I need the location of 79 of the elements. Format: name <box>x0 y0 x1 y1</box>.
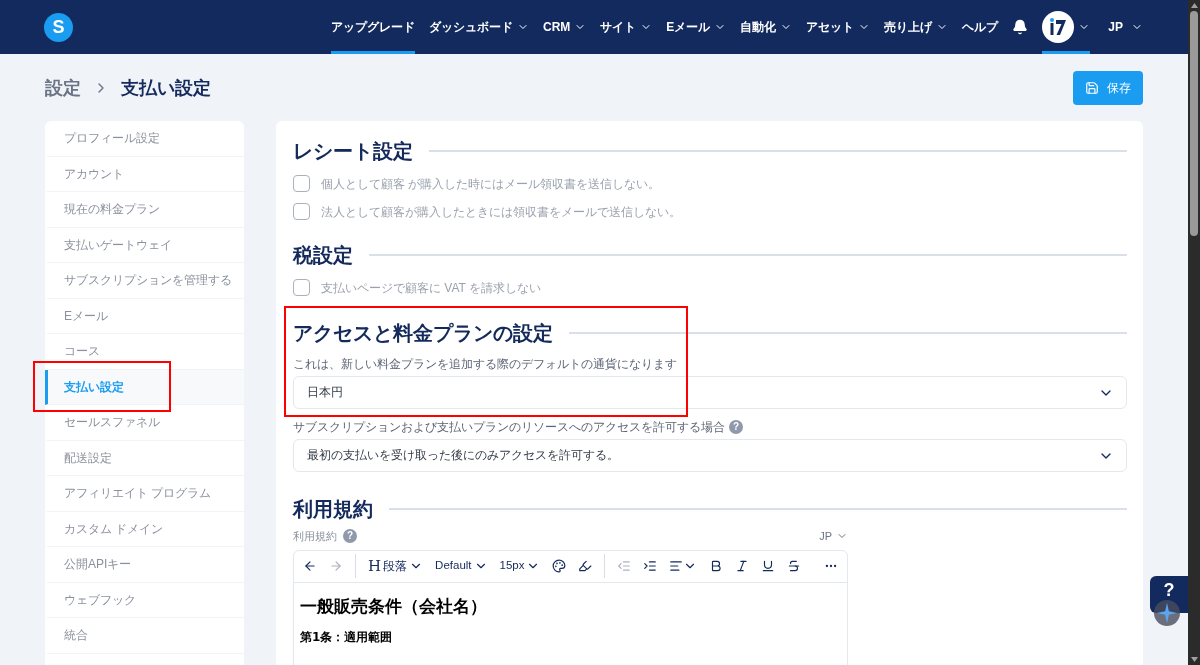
strikethrough-icon <box>787 559 802 573</box>
checkbox[interactable] <box>293 203 310 220</box>
checkbox-label: 支払いページで顧客に VAT を請求しない <box>321 279 541 296</box>
scroll-down-icon[interactable] <box>1190 657 1198 662</box>
app-logo[interactable]: S <box>44 12 73 42</box>
save-icon <box>1085 81 1099 95</box>
align-left-icon <box>669 559 684 573</box>
toolbar-button[interactable] <box>552 559 567 573</box>
toolbar-button[interactable] <box>578 559 593 573</box>
nav-menu-item[interactable]: 自動化 <box>740 0 793 54</box>
sidebar-item[interactable]: 配送設定 <box>45 440 244 476</box>
italic-icon <box>735 559 750 573</box>
help-icon[interactable]: ? <box>343 529 357 544</box>
toolbar-dropdown[interactable]: Default <box>435 557 488 575</box>
field-label: 利用規約 <box>293 529 337 544</box>
sidebar-item[interactable]: アカウント <box>45 156 244 192</box>
redo-icon <box>329 559 343 573</box>
nav-menu-item[interactable]: 売り上げ <box>884 0 949 54</box>
sidebar-item[interactable]: 支払いゲートウェイ <box>45 227 244 263</box>
sidebar-item[interactable]: アフィリエイト プログラム <box>45 476 244 512</box>
section-title: 税設定 <box>293 243 353 268</box>
sidebar-item[interactable]: 現在の料金プラン <box>45 192 244 228</box>
select-field[interactable]: 最初の支払いを受け取った後にのみアクセスを許可する。 <box>293 439 1127 472</box>
scroll-up-icon[interactable] <box>1190 3 1198 8</box>
save-button[interactable]: 保存 <box>1073 71 1143 105</box>
nav-menu-item[interactable]: CRM <box>542 0 587 54</box>
nav-menu-item[interactable]: Eメール <box>666 0 727 54</box>
sidebar-item[interactable]: ウェブフック <box>45 582 244 618</box>
sidebar-item[interactable]: サブスクリプションを管理する <box>45 263 244 299</box>
nav-menu-item[interactable]: ダッシュボード <box>428 0 529 54</box>
notification-bell-icon[interactable] <box>1012 19 1029 35</box>
toolbar-button[interactable] <box>735 559 750 573</box>
toolbar-button[interactable] <box>787 559 802 573</box>
sidebar-item[interactable]: 公開APIキー <box>45 547 244 583</box>
toolbar-button[interactable] <box>761 559 776 573</box>
toolbar-dropdown[interactable]: 15px <box>499 557 541 575</box>
section-title: 利用規約 <box>293 497 373 522</box>
toolbar-button[interactable] <box>303 559 317 573</box>
toolbar-button[interactable] <box>643 559 658 573</box>
sidebar-item[interactable]: 支払い設定 <box>45 369 244 405</box>
sidebar-item[interactable]: セールスファネル <box>45 405 244 441</box>
scrollbar-thumb[interactable] <box>1190 11 1198 236</box>
nav-menu-item[interactable]: ヘルプ <box>962 0 999 54</box>
checkbox[interactable] <box>293 175 310 192</box>
undo-icon <box>303 559 317 573</box>
assistant-sparkle-icon[interactable] <box>1154 600 1180 626</box>
breadcrumb-current: 支払い設定 <box>121 76 211 100</box>
block-type-dropdown[interactable]: H段落 <box>368 554 424 578</box>
editor-paragraph: 第1条：適用範囲 <box>300 628 394 645</box>
palette-icon <box>552 559 567 573</box>
toolbar-button[interactable] <box>709 559 724 573</box>
indent-icon <box>643 559 658 573</box>
sidebar-item[interactable]: プロフィール設定 <box>45 121 244 157</box>
sidebar-item[interactable]: コース <box>45 334 244 370</box>
checkbox[interactable] <box>293 279 310 296</box>
highlighter-icon <box>578 559 593 573</box>
section-title: レシート設定 <box>293 139 413 164</box>
nav-menu-item[interactable]: サイト <box>600 0 653 54</box>
language-selector[interactable]: JP <box>1104 0 1143 54</box>
help-icon[interactable]: ? <box>729 420 743 434</box>
nav-menu-item[interactable]: アセット <box>806 0 871 54</box>
nav-menu-item[interactable]: アップグレード <box>330 0 415 54</box>
bold-icon <box>709 559 724 573</box>
outdent-icon <box>617 559 632 573</box>
breadcrumb-link[interactable]: 設定 <box>45 74 81 102</box>
select-field[interactable]: 日本円 <box>293 376 1127 409</box>
sidebar-item[interactable]: カスタム ドメイン <box>45 511 244 547</box>
field-label: サブスクリプションおよび支払いプランのリソースへのアクセスを許可する場合 <box>293 419 725 435</box>
checkbox-label: 個人として顧客 が購入した時にはメール領収書を送信しない。 <box>321 175 661 192</box>
editor-heading: 一般販売条件（会社名） <box>300 594 488 617</box>
section-title: アクセスと料金プランの設定 <box>293 321 553 346</box>
avatar-icon[interactable] <box>1042 11 1075 43</box>
language-selector[interactable]: JP <box>819 528 848 545</box>
sidebar-item[interactable]: 統合 <box>45 618 244 654</box>
underline-icon <box>761 559 776 573</box>
scrollbar[interactable] <box>1188 0 1200 665</box>
checkbox-label: 法人として顧客が購入したときには領収書をメールで送信しない。 <box>321 203 681 220</box>
sidebar-item[interactable]: Eメール <box>45 298 244 334</box>
field-label: これは、新しい料金プランを追加する際のデフォルトの通貨になります <box>293 356 677 372</box>
